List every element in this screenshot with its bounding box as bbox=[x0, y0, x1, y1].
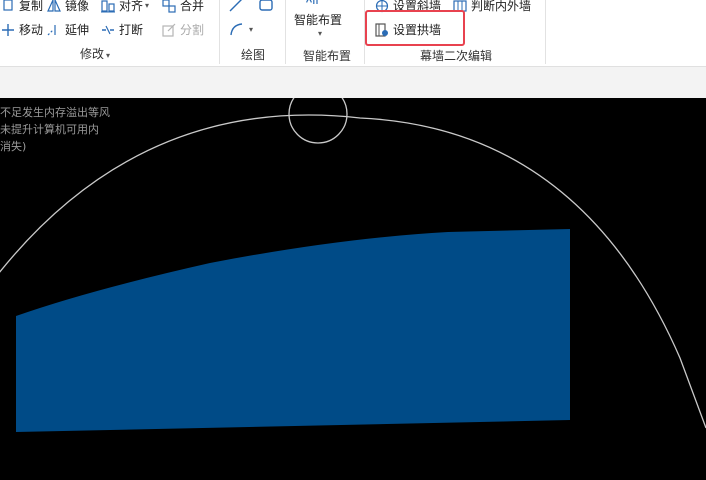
rectangle-icon bbox=[258, 0, 274, 13]
break-button[interactable]: 打断 bbox=[100, 21, 143, 38]
smart-layout-button[interactable]: 智能布置 bbox=[294, 11, 342, 28]
copy-button[interactable]: 复制 bbox=[0, 0, 43, 14]
divider bbox=[545, 0, 546, 64]
align-icon bbox=[100, 0, 116, 14]
arch-wall-shape bbox=[16, 229, 570, 432]
merge-label: 合并 bbox=[180, 0, 205, 13]
chevron-down-icon[interactable]: ▾ bbox=[318, 29, 322, 38]
divider bbox=[219, 0, 220, 64]
judge-wall-label: 判断内外墙 bbox=[471, 0, 532, 13]
smart-layout-icon bbox=[305, 0, 321, 8]
drawing-canvas[interactable] bbox=[0, 98, 706, 480]
line-icon bbox=[228, 0, 244, 13]
ribbon-toolbar: 复制 镜像 对齐 ▾ 合并 移动 延伸 打断 分割 修改 ▾ ▾ 绘图 智能布置… bbox=[0, 0, 706, 66]
merge-icon bbox=[161, 0, 177, 14]
copy-icon bbox=[0, 0, 16, 14]
smart-group-label: 智能布置 bbox=[303, 49, 352, 63]
memory-warning-text: 不足发生内存溢出等风 未提升计算机可用内 消失) bbox=[0, 104, 110, 155]
split-button[interactable]: 分割 bbox=[161, 21, 204, 38]
smart-layout-label: 智能布置 bbox=[294, 13, 343, 27]
align-button[interactable]: 对齐 ▾ bbox=[100, 0, 149, 14]
break-icon bbox=[100, 22, 116, 38]
highlight-box bbox=[365, 10, 465, 46]
curtain-edit-group-label: 幕墙二次编辑 bbox=[420, 49, 493, 63]
split-label: 分割 bbox=[180, 23, 205, 37]
move-button[interactable]: 移动 bbox=[0, 21, 43, 38]
notice-line: 未提升计算机可用内 bbox=[0, 123, 99, 136]
mirror-icon bbox=[46, 0, 62, 14]
modify-group-label[interactable]: 修改 ▾ bbox=[80, 45, 110, 62]
secondary-toolbar-strip bbox=[0, 66, 706, 99]
chevron-down-icon: ▾ bbox=[106, 51, 111, 60]
chevron-down-icon: ▾ bbox=[145, 1, 150, 10]
rectangle-tool-button[interactable] bbox=[258, 0, 277, 13]
chevron-down-icon: ▾ bbox=[249, 24, 254, 34]
small-circle bbox=[288, 98, 348, 144]
mirror-label: 镜像 bbox=[65, 0, 90, 13]
line-tool-button[interactable] bbox=[228, 0, 247, 13]
notice-line: 不足发生内存溢出等风 bbox=[0, 106, 110, 119]
smart-layout-icon-wrap[interactable] bbox=[305, 0, 324, 8]
arc-icon bbox=[228, 21, 244, 37]
divider bbox=[285, 0, 286, 64]
extend-icon bbox=[46, 22, 62, 38]
mirror-button[interactable]: 镜像 bbox=[46, 0, 89, 14]
move-label: 移动 bbox=[19, 23, 44, 37]
break-label: 打断 bbox=[119, 23, 144, 37]
merge-button[interactable]: 合并 bbox=[161, 0, 204, 14]
split-icon bbox=[161, 22, 177, 38]
align-label: 对齐 bbox=[119, 0, 144, 13]
arc-tool-button[interactable]: ▾ bbox=[228, 21, 253, 37]
copy-label: 复制 bbox=[19, 0, 44, 13]
extend-button[interactable]: 延伸 bbox=[46, 21, 89, 38]
draw-group-label: 绘图 bbox=[241, 48, 266, 62]
move-icon bbox=[0, 22, 16, 38]
extend-label: 延伸 bbox=[65, 23, 90, 37]
canvas-drawing bbox=[0, 98, 706, 432]
notice-line: 消失) bbox=[0, 140, 27, 153]
